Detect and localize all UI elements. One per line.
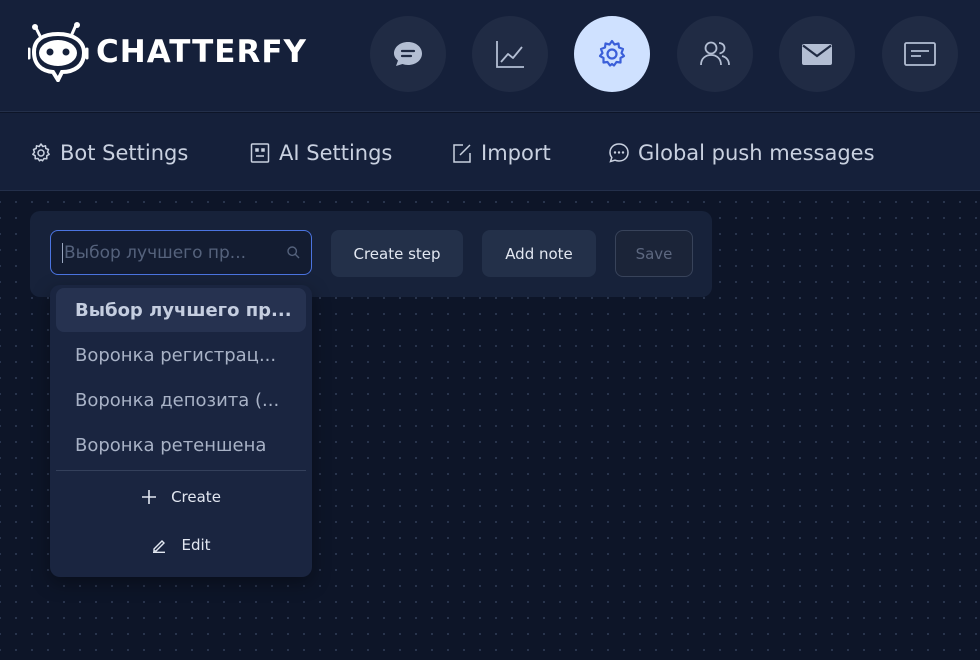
flow-select-field[interactable] <box>50 230 312 275</box>
dropdown-item-label: Выбор лучшего пр... <box>75 299 292 321</box>
tab-global-push-messages[interactable]: Global push messages <box>608 139 875 167</box>
logo-text: CHATTERFY <box>96 34 307 70</box>
settings-subnav: Bot Settings AI Settings Import Global p… <box>0 113 980 191</box>
create-label: Create <box>171 488 221 506</box>
create-flow-button[interactable]: Create <box>50 480 312 514</box>
nav-broadcasts-button[interactable] <box>882 16 958 92</box>
flow-dropdown: Выбор лучшего пр... Воронка регистрац...… <box>50 285 312 577</box>
tab-label: Bot Settings <box>60 141 189 165</box>
tab-label: Global push messages <box>638 141 875 165</box>
tab-bot-settings[interactable]: Bot Settings <box>30 139 188 167</box>
line-chart-icon <box>496 41 524 68</box>
create-step-button[interactable]: Create step <box>331 230 463 277</box>
envelope-icon <box>802 44 832 65</box>
users-icon <box>700 41 730 66</box>
tab-label: AI Settings <box>279 141 393 165</box>
nav-analytics-button[interactable] <box>472 16 548 92</box>
chat-dots-icon <box>609 143 629 163</box>
pencil-icon <box>153 540 166 553</box>
plus-icon <box>142 490 157 504</box>
dropdown-item-label: Воронка регистрац... <box>75 344 277 366</box>
save-button[interactable]: Save <box>615 230 693 277</box>
text-cursor <box>62 242 63 263</box>
dropdown-item-label: Воронка ретеншена <box>75 434 267 456</box>
dropdown-item[interactable]: Воронка ретеншена <box>56 423 306 467</box>
dropdown-item[interactable]: Выбор лучшего пр... <box>56 288 306 332</box>
dropdown-item[interactable]: Воронка депозита (... <box>56 378 306 422</box>
tab-import[interactable]: Import <box>451 139 551 167</box>
tab-label: Import <box>481 141 551 165</box>
robot-face-icon <box>250 143 270 163</box>
dropdown-divider <box>56 470 306 471</box>
nav-mail-button[interactable] <box>779 16 855 92</box>
gear-icon <box>598 39 626 67</box>
robot-logo-icon <box>28 22 89 82</box>
chat-bubble-icon <box>394 42 422 66</box>
logo[interactable]: CHATTERFY <box>28 22 307 82</box>
edit-label: Edit <box>181 536 211 554</box>
nav-settings-button[interactable] <box>574 16 650 92</box>
edit-flow-button[interactable]: Edit <box>50 528 312 562</box>
dropdown-item-label: Воронка депозита (... <box>75 389 280 411</box>
flow-search-input[interactable] <box>64 242 286 263</box>
edit-square-icon <box>453 144 471 163</box>
tab-ai-settings[interactable]: AI Settings <box>249 139 392 167</box>
nav-users-button[interactable] <box>677 16 753 92</box>
top-header: CHATTERFY <box>0 0 980 112</box>
gear-icon <box>32 143 50 162</box>
add-note-button[interactable]: Add note <box>482 230 596 277</box>
dropdown-item[interactable]: Воронка регистрац... <box>56 333 306 377</box>
search-icon <box>287 246 300 259</box>
message-card-icon <box>904 42 936 66</box>
nav-chats-button[interactable] <box>370 16 446 92</box>
